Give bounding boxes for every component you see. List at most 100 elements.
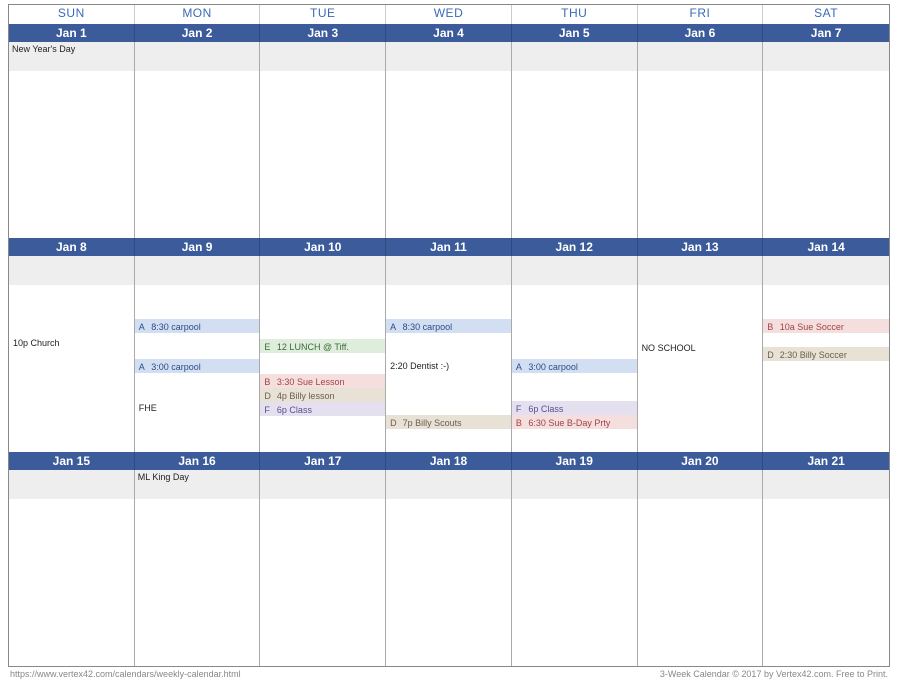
date-header: Jan 14 [763, 238, 889, 256]
event[interactable]: E 12 LUNCH @ Tiff. [260, 339, 385, 353]
day-cell[interactable] [386, 42, 512, 238]
day-cell[interactable] [763, 470, 889, 666]
date-header: Jan 5 [512, 24, 638, 42]
event-code: A [139, 361, 149, 373]
calendar: SUNMONTUEWEDTHUFRISAT Jan 1Jan 2Jan 3Jan… [8, 4, 890, 667]
date-header: Jan 15 [9, 452, 135, 470]
weekday-sun: SUN [9, 5, 135, 24]
event-code: A [390, 321, 400, 333]
timed-area: NO SCHOOL [638, 285, 763, 452]
event[interactable]: F 6p Class [512, 401, 637, 415]
day-cell[interactable]: A 3:00 carpool F 6p ClassB 6:30 Sue B-Day… [512, 256, 638, 452]
event[interactable]: F 6p Class [260, 402, 385, 416]
event[interactable]: 2:20 Dentist :-) [386, 358, 511, 372]
timed-area [135, 499, 260, 666]
event[interactable]: D 2:30 Billy Soccer [763, 347, 889, 361]
event-text: 8:30 carpool [400, 322, 452, 332]
event-code: F [264, 404, 274, 416]
timed-area [135, 71, 260, 238]
allday-area [512, 256, 637, 285]
timed-area [260, 499, 385, 666]
timed-area [512, 499, 637, 666]
event[interactable]: FHE [135, 400, 260, 414]
week-0-date-row: Jan 1Jan 2Jan 3Jan 4Jan 5Jan 6Jan 7 [9, 24, 889, 42]
weekday-mon: MON [135, 5, 261, 24]
day-cell[interactable]: A 8:30 carpool 2:20 Dentist :-) D 7p Billy… [386, 256, 512, 452]
day-cell[interactable]: 10p Church [9, 256, 135, 452]
date-header: Jan 17 [260, 452, 386, 470]
footer: https://www.vertex42.com/calendars/weekl… [8, 667, 890, 679]
day-cell[interactable] [638, 42, 764, 238]
event[interactable]: A 8:30 carpool [386, 319, 511, 333]
allday-area [135, 42, 260, 71]
day-cell[interactable] [386, 470, 512, 666]
date-header: Jan 8 [9, 238, 135, 256]
week-1-cells: 10p ChurchA 8:30 carpoolA 3:00 carpool F… [9, 256, 889, 452]
day-cell[interactable] [135, 42, 261, 238]
day-cell[interactable] [512, 470, 638, 666]
date-header: Jan 11 [386, 238, 512, 256]
event[interactable]: B 6:30 Sue B-Day Prty [512, 415, 637, 429]
event[interactable]: D 7p Billy Scouts [386, 415, 511, 429]
week-1-date-row: Jan 8Jan 9Jan 10Jan 11Jan 12Jan 13Jan 14 [9, 238, 889, 256]
event[interactable]: NO SCHOOL [638, 340, 763, 354]
event-text: 2:30 Billy Soccer [777, 350, 847, 360]
weekday-thu: THU [512, 5, 638, 24]
day-cell[interactable]: E 12 LUNCH @ Tiff. B 3:30 Sue LessonD 4p … [260, 256, 386, 452]
event[interactable]: B 10a Sue Soccer [763, 319, 889, 333]
timed-area [763, 71, 889, 238]
allday-area [135, 256, 260, 285]
date-header: Jan 18 [386, 452, 512, 470]
day-cell[interactable] [512, 42, 638, 238]
event[interactable]: A 8:30 carpool [135, 319, 260, 333]
timed-area [763, 499, 889, 666]
event[interactable]: D 4p Billy lesson [260, 388, 385, 402]
allday-area [386, 470, 511, 499]
event-code: B [767, 321, 777, 333]
event-text: 7p Billy Scouts [400, 418, 462, 428]
weekday-wed: WED [386, 5, 512, 24]
timed-area: A 3:00 carpool F 6p ClassB 6:30 Sue B-Day… [512, 285, 637, 452]
week-2-date-row: Jan 15Jan 16Jan 17Jan 18Jan 19Jan 20Jan … [9, 452, 889, 470]
event-code: D [390, 417, 400, 429]
weeks-container: Jan 1Jan 2Jan 3Jan 4Jan 5Jan 6Jan 7New Y… [9, 24, 889, 666]
event-text: 6p Class [526, 404, 564, 414]
date-header: Jan 10 [260, 238, 386, 256]
day-cell[interactable]: B 10a Sue Soccer D 2:30 Billy Soccer [763, 256, 889, 452]
day-cell[interactable]: A 8:30 carpool A 3:00 carpool FHE [135, 256, 261, 452]
weekday-fri: FRI [638, 5, 764, 24]
day-cell[interactable] [638, 470, 764, 666]
allday-area [638, 470, 763, 499]
event[interactable]: 10p Church [9, 335, 134, 349]
day-cell[interactable] [763, 42, 889, 238]
date-header: Jan 19 [512, 452, 638, 470]
event-code: D [767, 349, 777, 361]
day-cell[interactable]: NO SCHOOL [638, 256, 764, 452]
day-cell[interactable] [9, 470, 135, 666]
timed-area: A 8:30 carpool 2:20 Dentist :-) D 7p Billy… [386, 285, 511, 452]
date-header: Jan 1 [9, 24, 135, 42]
timed-area [512, 71, 637, 238]
allday-area: New Year's Day [9, 42, 134, 71]
timed-area [638, 71, 763, 238]
day-cell[interactable] [260, 470, 386, 666]
day-cell[interactable]: New Year's Day [9, 42, 135, 238]
date-header: Jan 16 [135, 452, 261, 470]
timed-area: A 8:30 carpool A 3:00 carpool FHE [135, 285, 260, 452]
event[interactable]: B 3:30 Sue Lesson [260, 374, 385, 388]
event[interactable]: A 3:00 carpool [512, 359, 637, 373]
event-text: 6p Class [274, 405, 312, 415]
timed-area [638, 499, 763, 666]
allday-area [638, 42, 763, 71]
timed-area [9, 71, 134, 238]
day-cell[interactable] [260, 42, 386, 238]
day-cell[interactable]: ML King Day [135, 470, 261, 666]
date-header: Jan 3 [260, 24, 386, 42]
timed-area: E 12 LUNCH @ Tiff. B 3:30 Sue LessonD 4p … [260, 285, 385, 452]
date-header: Jan 12 [512, 238, 638, 256]
event[interactable]: A 3:00 carpool [135, 359, 260, 373]
date-header: Jan 20 [638, 452, 764, 470]
date-header: Jan 7 [763, 24, 889, 42]
allday-area: ML King Day [135, 470, 260, 499]
event-text: 12 LUNCH @ Tiff. [274, 342, 349, 352]
